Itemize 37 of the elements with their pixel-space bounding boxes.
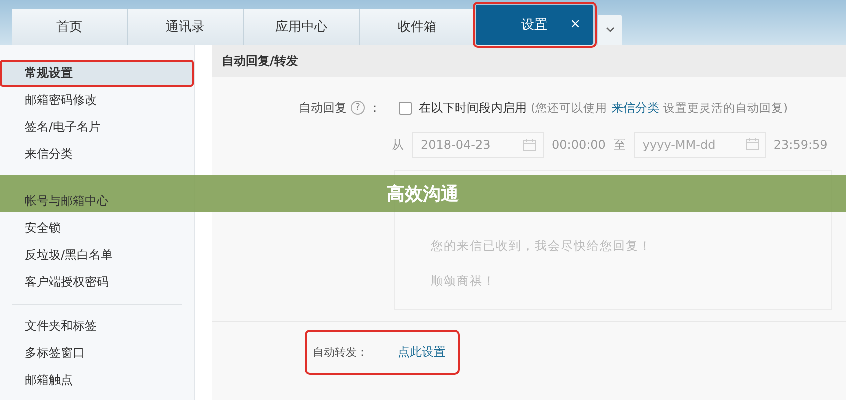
sidebar-item[interactable]: 常规设置 bbox=[0, 60, 194, 87]
tab[interactable]: 应用中心 bbox=[244, 9, 360, 45]
caret-icon bbox=[606, 27, 614, 33]
dropdown-button[interactable] bbox=[598, 15, 622, 45]
end-time: 23:59:59 bbox=[774, 138, 828, 152]
sidebar-item[interactable]: 多标签窗口 bbox=[0, 340, 194, 367]
tab[interactable]: 通讯录 bbox=[128, 9, 244, 45]
message-line: 顺颂商祺！ bbox=[431, 273, 497, 290]
checkbox-label: 在以下时间段内启用 bbox=[419, 100, 527, 116]
sidebar-item[interactable]: 安全锁 bbox=[0, 215, 194, 242]
section-title: 自动回复/转发 bbox=[222, 52, 298, 70]
tab[interactable]: 收件箱 bbox=[360, 9, 476, 45]
tab[interactable]: 设置 × bbox=[476, 5, 594, 45]
sidebar-item[interactable]: 来信分类 bbox=[0, 141, 194, 168]
start-time: 00:00:00 bbox=[552, 138, 606, 152]
to-label: 至 bbox=[614, 136, 626, 154]
colon-text: ： bbox=[369, 100, 381, 116]
sidebar-item[interactable]: 文件夹和标签 bbox=[0, 313, 194, 340]
auto-reply-label: 自动回复 bbox=[299, 100, 347, 116]
checkbox[interactable] bbox=[399, 102, 412, 114]
sidebar-item[interactable]: 邮箱密码修改 bbox=[0, 87, 194, 114]
calendar-icon bbox=[523, 138, 537, 152]
settings-link[interactable]: 点此设置 bbox=[398, 344, 446, 361]
from-label: 从 bbox=[392, 136, 404, 154]
close-icon[interactable]: × bbox=[570, 17, 581, 32]
sidebar-item[interactable]: 邮箱触点 bbox=[0, 367, 194, 394]
sidebar-item[interactable]: 客户端授权密码 bbox=[0, 269, 194, 296]
tab[interactable]: 首页 bbox=[12, 9, 128, 45]
calendar-icon bbox=[746, 138, 760, 151]
sidebar-item[interactable]: 反垃圾/黑白名单 bbox=[0, 242, 194, 269]
sidebar-item[interactable]: 帐号与邮箱中心 bbox=[0, 188, 194, 215]
message-line: 您的来信已收到，我会尽快给您回复！ bbox=[431, 238, 653, 255]
sidebar-item[interactable]: 签名/电子名片 bbox=[0, 114, 194, 141]
auto-forward-label: 自动转发： bbox=[313, 345, 368, 360]
hint-text: (您还可以使用 bbox=[531, 100, 608, 116]
hint-text: 设置更灵活的自动回复) bbox=[664, 100, 788, 116]
hint-link[interactable]: 来信分类 bbox=[612, 100, 660, 116]
